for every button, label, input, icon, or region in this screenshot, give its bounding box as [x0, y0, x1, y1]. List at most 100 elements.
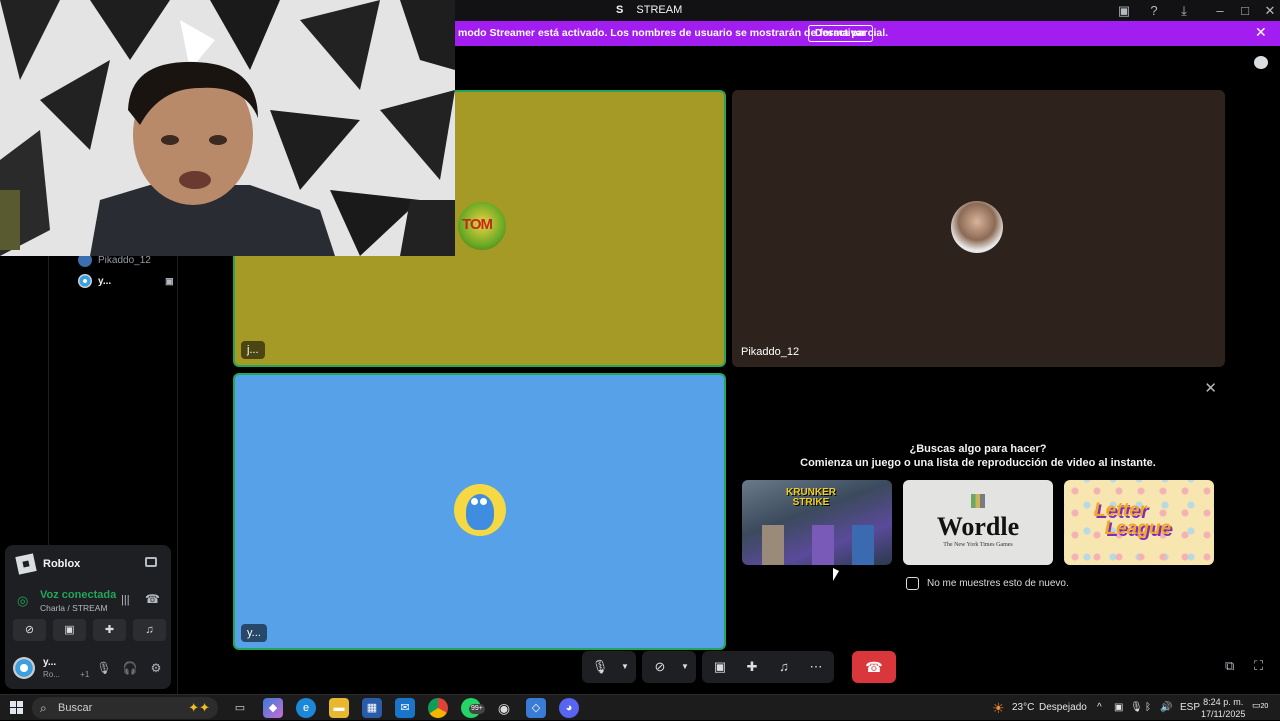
taskbar-search[interactable]: ⌕ Buscar ✦✦: [32, 697, 218, 719]
hangup-button[interactable]: ☎: [852, 651, 896, 683]
avatar: [454, 484, 506, 536]
tray-app-icon[interactable]: ▣: [1114, 695, 1123, 721]
avatar: TOM: [456, 200, 508, 252]
clock-date: 17/11/2025: [1201, 709, 1246, 719]
disable-streamer-button[interactable]: Desactivar: [808, 25, 873, 42]
help-icon[interactable]: ?: [1145, 2, 1163, 19]
taskbar-clock[interactable]: 8:24 p. m. 17/11/2025: [1201, 696, 1245, 720]
tile-username: Pikaddo_12: [741, 346, 800, 358]
chat-icon[interactable]: [1254, 56, 1268, 69]
share-screen-icon[interactable]: ▣: [53, 619, 86, 641]
task-view-icon[interactable]: ▭: [230, 698, 250, 718]
mic-tray-icon[interactable]: 🎙: [1130, 695, 1143, 721]
suggestion-close-icon[interactable]: ✕: [1204, 379, 1217, 397]
call-controls: 🎙 ▼ ⊘ ▼ ▣ ✚ ♫ ⋯ ☎: [582, 650, 896, 684]
language-indicator[interactable]: ESP: [1180, 695, 1200, 721]
popout-icon[interactable]: ⧉: [1225, 658, 1241, 674]
stream-game-icon[interactable]: [145, 557, 157, 567]
activity-buttons: ⊘ ▣ ✚ ♫: [13, 619, 166, 641]
voice-user-item[interactable]: y... ▣: [78, 274, 174, 288]
edge-icon[interactable]: e: [296, 698, 316, 718]
weather-icon[interactable]: ☀: [992, 695, 1005, 721]
checkbox-label: No me muestres esto de nuevo.: [927, 578, 1069, 589]
video-tile[interactable]: y...: [233, 373, 726, 650]
obs-icon[interactable]: ◉: [494, 698, 514, 718]
more-options-icon[interactable]: ⋯: [804, 655, 828, 679]
headphones-icon[interactable]: 🎧: [121, 659, 139, 677]
avatar: [78, 274, 92, 288]
download-icon[interactable]: ⤓: [1175, 2, 1193, 19]
store-icon[interactable]: ▦: [362, 698, 382, 718]
search-icon: ⌕: [40, 701, 47, 715]
discord-app: S STREAM ▣ ? ⤓ – □ ✕ modo Streamer está …: [0, 0, 1280, 694]
voice-connected-status[interactable]: Voz conectada: [40, 589, 116, 601]
game-card-krunker[interactable]: KRUNKER STRIKE: [742, 480, 892, 565]
server-initial: S: [616, 4, 624, 16]
game-title: Wordle: [936, 512, 1020, 541]
activities-icon[interactable]: ✚: [740, 655, 764, 679]
activity-suggestion: ✕ ¿Buscas algo para hacer? Comienza un j…: [732, 373, 1225, 650]
avatar[interactable]: [13, 657, 35, 679]
weather-temp[interactable]: 23°C: [1012, 695, 1034, 721]
copilot-sparkle-icon: ✦✦: [188, 700, 210, 715]
activities-icon[interactable]: ✚: [93, 619, 126, 641]
more-controls: ▣ ✚ ♫ ⋯: [702, 651, 834, 683]
window-close-icon[interactable]: ✕: [1261, 2, 1279, 19]
maximize-icon[interactable]: □: [1236, 2, 1254, 19]
chevron-down-icon[interactable]: ▼: [620, 655, 630, 679]
whatsapp-badge: 99+: [469, 704, 485, 714]
minimize-icon[interactable]: –: [1211, 2, 1229, 19]
voice-activity-icon[interactable]: |||: [121, 594, 130, 606]
chrome-icon[interactable]: [428, 698, 448, 718]
wordle-grid-icon: [971, 494, 985, 508]
volume-icon[interactable]: 🔊: [1160, 695, 1172, 721]
user-panel: y... Ro... +1 🎙 🎧 ⚙: [13, 655, 165, 683]
share-screen-icon[interactable]: ▣: [708, 655, 732, 679]
voice-channel-path[interactable]: Charla / STREAM: [40, 603, 108, 613]
game-title: Letter League: [1094, 500, 1172, 539]
webcam-overlay: [0, 0, 455, 256]
windows-start-icon[interactable]: [10, 701, 23, 714]
game-card-wordle[interactable]: Wordle The New York Times Games: [903, 480, 1053, 565]
whatsapp-icon[interactable]: 99+: [461, 698, 485, 718]
clock-time: 8:24 p. m.: [1203, 697, 1244, 707]
avatar: [951, 201, 1003, 253]
video-tile[interactable]: Pikaddo_12: [732, 90, 1225, 367]
dont-show-checkbox[interactable]: No me muestres esto de nuevo.: [906, 577, 1069, 590]
soundboard-icon[interactable]: ♫: [772, 655, 796, 679]
chevron-down-icon[interactable]: ▼: [680, 655, 690, 679]
voice-user-name: Pikaddo_12: [98, 254, 151, 266]
game-publisher: The New York Times Games: [943, 542, 1013, 548]
notification-icon[interactable]: ▭20: [1252, 700, 1268, 714]
mouse-cursor: [833, 568, 839, 581]
channel-title: STREAM: [636, 4, 683, 16]
discord-icon[interactable]: ◕: [559, 698, 579, 718]
user-status: Ro... +1: [43, 670, 90, 679]
camera-off-icon[interactable]: ⊘: [13, 619, 46, 641]
microphone-icon[interactable]: 🎙: [95, 659, 113, 677]
inbox-icon[interactable]: ▣: [1115, 2, 1133, 19]
bluetooth-icon[interactable]: ᛒ: [1145, 695, 1151, 721]
mic-control: 🎙 ▼: [582, 651, 636, 683]
checkbox-box[interactable]: [906, 577, 919, 590]
settings-gear-icon[interactable]: ⚙: [147, 659, 165, 677]
game-title: KRUNKER STRIKE: [786, 487, 836, 508]
camera-off-icon[interactable]: ⊘: [648, 655, 672, 679]
suggestion-subtitle: Comienza un juego o una lista de reprodu…: [800, 457, 1156, 469]
outlook-icon[interactable]: ✉: [395, 698, 415, 718]
roblox-app-icon[interactable]: ◇: [526, 698, 546, 718]
soundboard-icon[interactable]: ♫: [133, 619, 166, 641]
copilot-icon[interactable]: ◆: [263, 698, 283, 718]
microphone-icon[interactable]: 🎙: [588, 655, 612, 679]
banner-close-icon[interactable]: ✕: [1255, 24, 1267, 41]
fullscreen-icon[interactable]: ⛶: [1254, 658, 1270, 674]
chevron-up-icon[interactable]: ^: [1097, 695, 1102, 721]
weather-desc[interactable]: Despejado: [1039, 695, 1087, 721]
activity-game: Roblox: [15, 553, 81, 575]
activity-game-name: Roblox: [43, 558, 81, 570]
signal-icon[interactable]: ◎: [17, 593, 28, 609]
game-card-letter-league[interactable]: Letter League: [1064, 480, 1214, 565]
disconnect-icon[interactable]: ☎: [145, 592, 160, 606]
windows-taskbar: ⌕ Buscar ✦✦ ▭ ◆ e ▬ ▦ ✉ 99+ ◉ ◇ ◕ ☀ 23°C…: [0, 694, 1280, 720]
file-explorer-icon[interactable]: ▬: [329, 698, 349, 718]
